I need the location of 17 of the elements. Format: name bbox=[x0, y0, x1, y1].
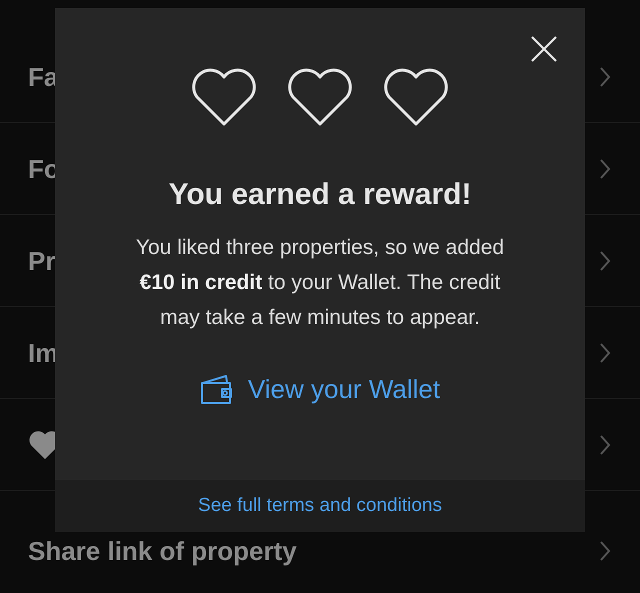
wallet-icon bbox=[200, 373, 234, 405]
list-item-label: Share link of property bbox=[28, 536, 297, 566]
chevron-icon[interactable] bbox=[598, 250, 612, 272]
chevron-icon[interactable] bbox=[598, 540, 612, 562]
chevron-icon[interactable] bbox=[598, 434, 612, 456]
close-icon[interactable] bbox=[530, 35, 558, 63]
chevron-icon[interactable] bbox=[598, 158, 612, 180]
chevron-icon[interactable] bbox=[598, 66, 612, 88]
dialog-title: You earned a reward! bbox=[168, 178, 472, 212]
terms-link[interactable]: See full terms and conditions bbox=[198, 495, 442, 517]
dialog-message: You liked three properties, so we added €10 in credit to your Wallet. The credit may take a few minutes to appear. bbox=[134, 235, 506, 331]
heart-icon bbox=[189, 68, 259, 128]
heart-icon bbox=[285, 68, 355, 128]
view-wallet-link[interactable]: View your Wallet bbox=[200, 373, 440, 405]
list-item-label: Pr bbox=[28, 246, 56, 276]
chevron-icon[interactable] bbox=[598, 342, 612, 364]
heart-icon bbox=[381, 68, 451, 128]
